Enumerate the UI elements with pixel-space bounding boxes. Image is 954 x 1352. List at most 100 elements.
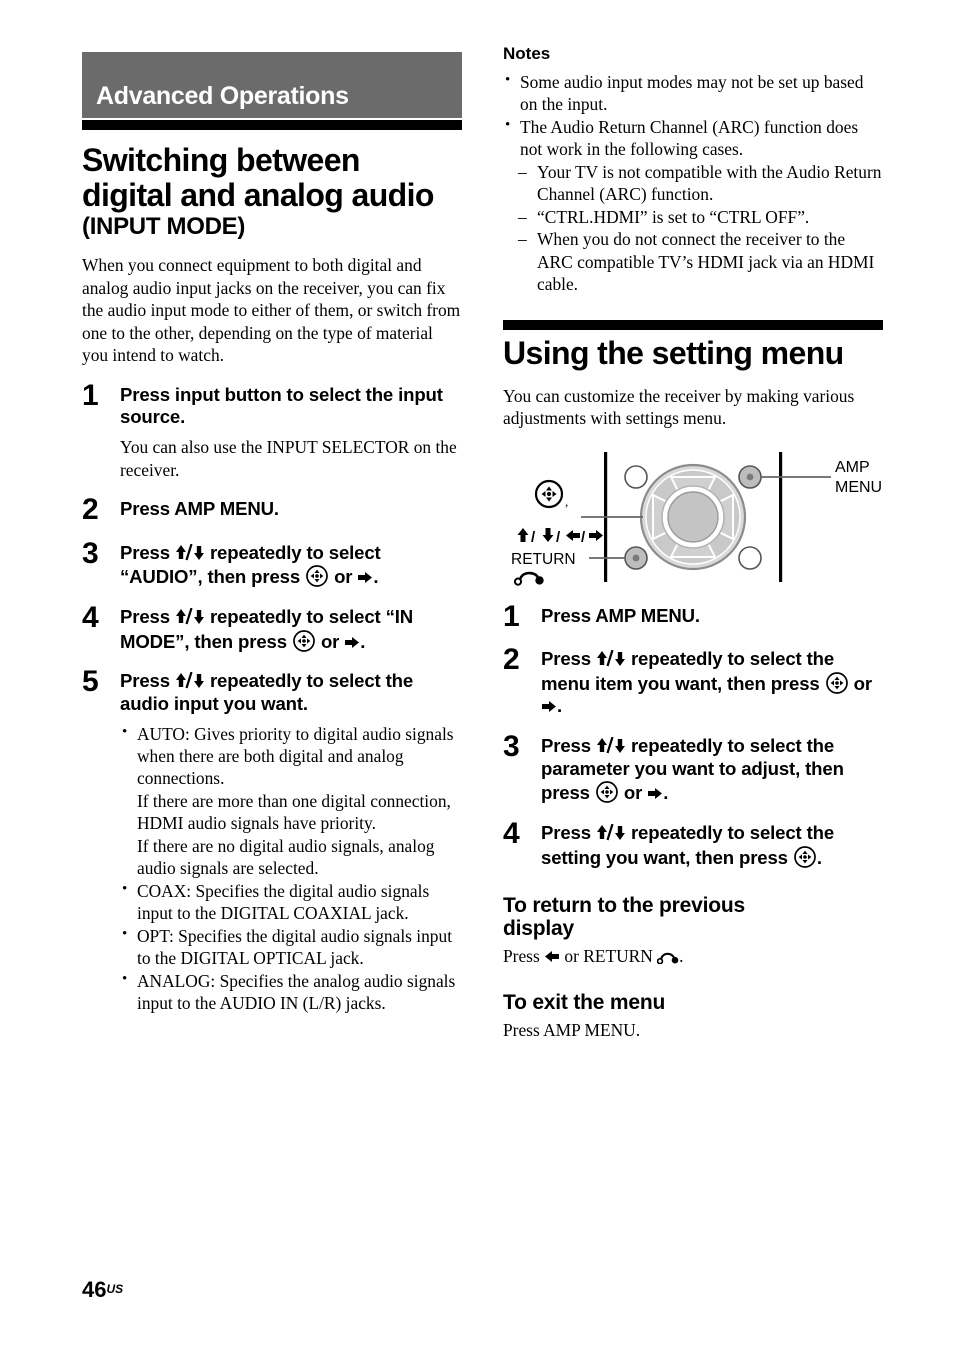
- page-number-suffix: US: [106, 1282, 124, 1296]
- step-body: Press repeatedly to select the menu item…: [541, 648, 883, 718]
- page-number-value: 46: [82, 1277, 107, 1302]
- step-body: Press repeatedly to select the parameter…: [541, 735, 883, 805]
- notes-list: Some audio input modes may not be set up…: [503, 71, 883, 161]
- step-title: Press repeatedly to select the parameter…: [541, 735, 883, 805]
- step-body: Press AMP MENU.: [541, 605, 883, 628]
- page-title-line2: digital and analog audio: [82, 176, 434, 213]
- step-title-part: Press: [541, 822, 596, 844]
- step-body: Press repeatedly to select the setting y…: [541, 822, 883, 869]
- step-number: 1: [82, 378, 99, 412]
- up-down-arrow-icon: [175, 606, 205, 627]
- list-item: Some audio input modes may not be set up…: [503, 71, 883, 116]
- right-arrow-icon: [357, 566, 373, 587]
- left-arrow-icon: [544, 946, 560, 966]
- up-down-arrow-icon: [596, 648, 626, 669]
- section-intro: You can customize the receiver by making…: [503, 385, 855, 429]
- section-heading: Using the setting menu: [503, 334, 844, 371]
- step-title-part: .: [663, 782, 669, 804]
- step-title-part: Press: [120, 605, 175, 627]
- amp-menu-label-line1: AMP: [835, 459, 870, 476]
- return-heading-line2: display: [503, 917, 574, 941]
- svg-text:/: /: [531, 529, 536, 546]
- chapter-banner: Advanced Operations: [82, 52, 462, 118]
- enter-button-icon: [305, 565, 329, 588]
- list-item: ANALOG: Specifies the analog audio signa…: [120, 970, 462, 1015]
- svg-text:/: /: [581, 529, 586, 546]
- right-arrow-icon: [647, 782, 663, 803]
- return-icon: [656, 946, 679, 966]
- step-5: 5 Press repeatedly to select the audio i…: [82, 665, 462, 1014]
- return-heading: To return to the previous display: [503, 894, 883, 941]
- remote-diagram-svg: , / / / RETURN AMP MENU: [511, 451, 882, 586]
- step-number: 1: [503, 599, 520, 633]
- step-number: 3: [82, 536, 99, 570]
- setting-step-4: 4 Press repeatedly to select the setting…: [503, 819, 883, 869]
- enter-button-icon-figure: [534, 479, 564, 508]
- step-title: Press input button to select the input s…: [120, 383, 443, 428]
- nav-arrows-icon: / / /: [517, 527, 603, 546]
- list-item: The Audio Return Channel (ARC) function …: [503, 116, 883, 161]
- exit-heading: To exit the menu: [503, 990, 666, 1014]
- remote-control-diagram: , / / / RETURN AMP MENU: [503, 448, 883, 588]
- right-column: Notes Some audio input modes may not be …: [503, 44, 883, 1041]
- step-title-part: or: [329, 566, 358, 588]
- enter-button-icon: [292, 629, 316, 652]
- return-heading-line1: To return to the previous: [503, 893, 745, 917]
- right-arrow-icon: [344, 631, 360, 652]
- up-down-arrow-icon: [596, 735, 626, 756]
- step-title-part: Press: [120, 670, 175, 692]
- step-title-part: .: [373, 566, 379, 588]
- right-arrow-icon: [541, 695, 557, 716]
- setting-step-1: 1 Press AMP MENU.: [503, 599, 883, 633]
- step-1: 1 Press input button to select the input…: [82, 378, 462, 481]
- up-down-arrow-icon: [175, 670, 205, 691]
- return-icon-figure: [513, 571, 544, 586]
- up-down-arrow-icon: [175, 542, 205, 563]
- notes-sublist: Your TV is not compatible with the Audio…: [518, 161, 883, 296]
- list-item: When you do not connect the receiver to …: [518, 228, 883, 295]
- page-title: Switching between digital and analog aud…: [82, 143, 462, 212]
- svg-text:,: ,: [565, 494, 568, 509]
- step-title: Press AMP MENU.: [541, 604, 700, 626]
- page-title-line1: Switching between: [82, 142, 360, 178]
- step-number: 4: [82, 600, 99, 634]
- step-body: Press repeatedly to select the audio inp…: [120, 670, 462, 1014]
- step-body: Press AMP MENU.: [120, 498, 462, 521]
- step-2: 2 Press AMP MENU.: [82, 495, 462, 525]
- return-text-part: .: [679, 945, 684, 966]
- svg-text:/: /: [556, 529, 561, 546]
- exit-text: Press AMP MENU.: [503, 1019, 641, 1040]
- enter-button-icon: [825, 671, 849, 694]
- step-title: Press repeatedly to select “IN MODE”, th…: [120, 606, 462, 653]
- step-title-part: .: [360, 630, 366, 652]
- step-note: You can also use the INPUT SELECTOR on t…: [120, 437, 457, 480]
- step-body: Press input button to select the input s…: [120, 384, 462, 481]
- input-mode-list: AUTO: Gives priority to digital audio si…: [120, 723, 462, 1015]
- enter-button-icon: [595, 781, 619, 804]
- banner-rule: [82, 120, 462, 130]
- step-number: 3: [503, 730, 520, 764]
- notes-heading: Notes: [503, 44, 551, 63]
- list-item: Your TV is not compatible with the Audio…: [518, 161, 883, 206]
- step-body: Press repeatedly to select “AUDIO”, then…: [120, 542, 462, 589]
- step-title-part: Press: [120, 541, 175, 563]
- step-title-part: .: [816, 846, 822, 868]
- step-title-part: .: [557, 695, 563, 717]
- step-title: Press repeatedly to select the menu item…: [541, 648, 883, 718]
- step-3: 3 Press repeatedly to select “AUDIO”, th…: [82, 536, 462, 589]
- step-title-part: or: [315, 630, 345, 652]
- step-title: Press repeatedly to select the audio inp…: [120, 670, 462, 715]
- step-4: 4 Press repeatedly to select “IN MODE”, …: [82, 600, 462, 653]
- step-number: 2: [503, 643, 520, 677]
- step-title-part: or: [618, 782, 648, 804]
- step-title-part: or: [848, 672, 872, 694]
- step-title-part: Press: [541, 648, 596, 670]
- chapter-banner-label: Advanced Operations: [96, 82, 349, 110]
- list-item: “CTRL.HDMI” is set to “CTRL OFF”.: [518, 206, 883, 229]
- intro-paragraph: When you connect equipment to both digit…: [82, 255, 461, 366]
- list-item: OPT: Specifies the digital audio signals…: [120, 925, 462, 970]
- return-text-part: Press: [503, 945, 545, 966]
- manual-page: Advanced Operations Switching between di…: [0, 0, 954, 1352]
- step-number: 5: [82, 665, 99, 699]
